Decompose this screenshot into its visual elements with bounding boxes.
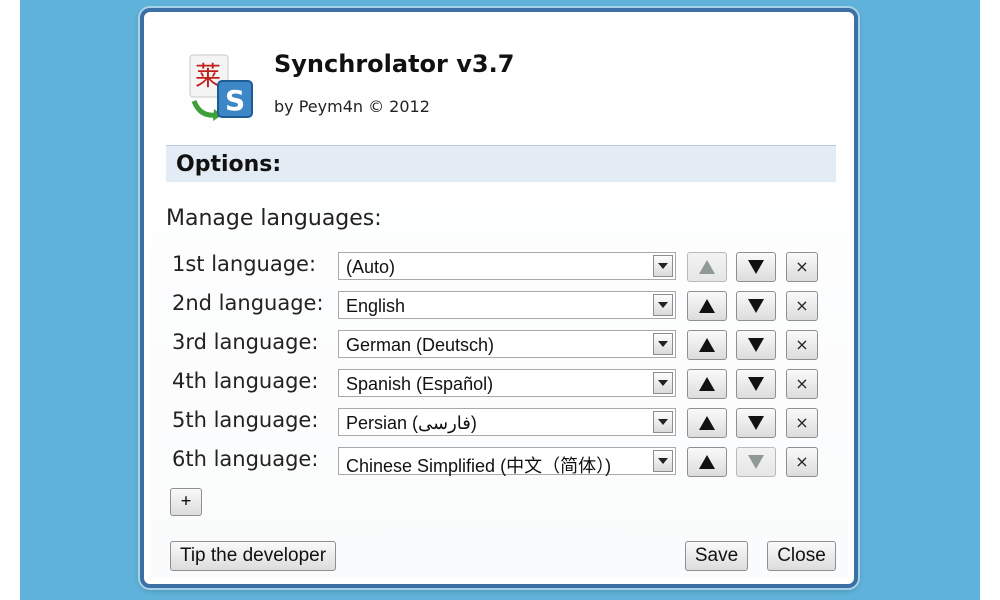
- close-icon: ×: [795, 374, 809, 393]
- language-label: 5th language:: [172, 408, 319, 432]
- language-value: English: [346, 296, 406, 316]
- add-language-button[interactable]: +: [170, 488, 202, 516]
- move-up-button[interactable]: [687, 291, 727, 321]
- arrow-down-icon: [748, 416, 764, 430]
- language-select[interactable]: Chinese Simplified (中文（简体）): [338, 447, 676, 476]
- arrow-up-icon: [699, 338, 715, 352]
- options-header: Options:: [166, 145, 836, 182]
- remove-language-button[interactable]: ×: [786, 330, 818, 360]
- chevron-down-icon[interactable]: [653, 372, 673, 394]
- move-up-button[interactable]: [687, 330, 727, 360]
- language-select[interactable]: (Auto): [338, 252, 676, 280]
- language-select[interactable]: German (Deutsch): [338, 330, 676, 358]
- chevron-down-icon[interactable]: [653, 294, 673, 316]
- move-down-button[interactable]: [736, 408, 776, 438]
- arrow-up-icon: [699, 377, 715, 391]
- manage-languages-label: Manage languages:: [166, 206, 382, 231]
- language-value: (Auto): [346, 257, 396, 277]
- language-row: 5th language: Persian (فارسی) ×: [150, 408, 848, 440]
- tip-developer-button[interactable]: Tip the developer: [170, 541, 336, 571]
- arrow-down-icon: [748, 455, 764, 469]
- language-value: Chinese Simplified (中文（简体）): [346, 456, 612, 476]
- save-button[interactable]: Save: [685, 541, 748, 571]
- arrow-up-icon: [699, 455, 715, 469]
- arrow-down-icon: [748, 260, 764, 274]
- language-select[interactable]: Persian (فارسی): [338, 408, 676, 436]
- close-icon: ×: [795, 335, 809, 354]
- arrow-up-icon: [699, 299, 715, 313]
- dialog-body: 莱 S Synchrolator v3.7 by Peym4n © 2012 O…: [150, 18, 848, 578]
- language-value: Spanish (Español): [346, 374, 494, 394]
- move-down-button[interactable]: [736, 252, 776, 282]
- language-label: 2nd language:: [172, 291, 324, 315]
- move-up-button[interactable]: [687, 252, 727, 282]
- language-label: 3rd language:: [172, 330, 319, 354]
- language-value: German (Deutsch): [346, 335, 495, 355]
- app-credit: by Peym4n © 2012: [274, 97, 430, 116]
- close-icon: ×: [795, 257, 809, 276]
- close-icon: ×: [795, 452, 809, 471]
- remove-language-button[interactable]: ×: [786, 252, 818, 282]
- language-row: 3rd language: German (Deutsch) ×: [150, 330, 848, 362]
- options-title: Options:: [176, 152, 282, 177]
- language-label: 1st language:: [172, 252, 317, 276]
- language-label: 6th language:: [172, 447, 319, 471]
- language-row: 4th language: Spanish (Español) ×: [150, 369, 848, 401]
- arrow-up-icon: [699, 416, 715, 430]
- language-value: Persian (فارسی): [346, 413, 477, 433]
- logo-letter: S: [225, 84, 245, 117]
- arrow-down-icon: [748, 338, 764, 352]
- chevron-down-icon[interactable]: [653, 333, 673, 355]
- remove-language-button[interactable]: ×: [786, 408, 818, 438]
- chevron-down-icon[interactable]: [653, 411, 673, 433]
- language-row: 6th language: Chinese Simplified (中文（简体）…: [150, 447, 848, 479]
- arrow-up-icon: [699, 260, 715, 274]
- move-up-button[interactable]: [687, 369, 727, 399]
- remove-language-button[interactable]: ×: [786, 291, 818, 321]
- close-button[interactable]: Close: [767, 541, 836, 571]
- close-icon: ×: [795, 296, 809, 315]
- options-dialog: 莱 S Synchrolator v3.7 by Peym4n © 2012 O…: [140, 8, 858, 588]
- move-down-button[interactable]: [736, 369, 776, 399]
- close-icon: ×: [795, 413, 809, 432]
- remove-language-button[interactable]: ×: [786, 369, 818, 399]
- remove-language-button[interactable]: ×: [786, 447, 818, 477]
- arrow-down-icon: [748, 299, 764, 313]
- language-row: 1st language: (Auto) ×: [150, 252, 848, 284]
- arrow-down-icon: [748, 377, 764, 391]
- move-up-button[interactable]: [687, 447, 727, 477]
- move-down-button[interactable]: [736, 291, 776, 321]
- language-select[interactable]: English: [338, 291, 676, 319]
- move-down-button[interactable]: [736, 330, 776, 360]
- language-row: 2nd language: English ×: [150, 291, 848, 323]
- language-select[interactable]: Spanish (Español): [338, 369, 676, 397]
- synchrolator-logo-icon: 莱 S: [189, 54, 253, 121]
- app-title: Synchrolator v3.7: [274, 50, 515, 78]
- chevron-down-icon[interactable]: [653, 450, 673, 472]
- language-label: 4th language:: [172, 369, 319, 393]
- chevron-down-icon[interactable]: [653, 255, 673, 277]
- move-down-button[interactable]: [736, 447, 776, 477]
- move-up-button[interactable]: [687, 408, 727, 438]
